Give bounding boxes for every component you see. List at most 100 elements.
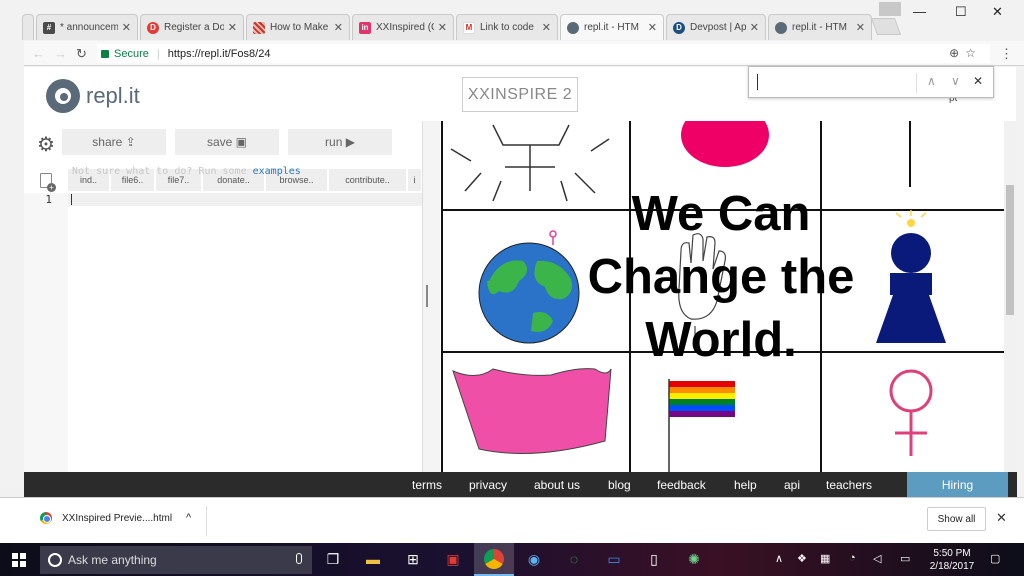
gift-app-icon[interactable]: ▣: [443, 549, 463, 569]
close-tab-icon[interactable]: ✕: [648, 21, 657, 34]
footer-link-privacy[interactable]: privacy: [469, 478, 507, 492]
share-button[interactable]: share ⇪: [62, 129, 166, 155]
dropbox-icon[interactable]: ❖: [797, 552, 807, 565]
footer-link-api[interactable]: api: [784, 478, 800, 492]
tab-7[interactable]: repl.it - HTM ✕: [768, 14, 872, 40]
footer-link-help[interactable]: help: [734, 478, 757, 492]
close-tab-icon[interactable]: ✕: [334, 21, 343, 34]
find-input-caret[interactable]: [757, 74, 758, 90]
tab-1[interactable]: D Register a Do ✕: [140, 14, 244, 40]
pane-resizer[interactable]: [422, 121, 440, 472]
keyboard-icon[interactable]: ▭: [900, 552, 910, 565]
tab-title: XXInspired (C: [376, 22, 434, 33]
output-scrollbar[interactable]: [1004, 121, 1016, 472]
zoom-icon[interactable]: ⊕: [949, 46, 965, 60]
text-cursor[interactable]: [71, 194, 72, 205]
gear-icon[interactable]: ⚙: [37, 135, 57, 155]
minimize-button[interactable]: —: [913, 4, 926, 19]
downloads-bar: XXInspired Previe....html ^ Show all ✕: [0, 497, 1024, 543]
find-bar: ∧ ∨ ✕: [748, 66, 994, 98]
footer-link-terms[interactable]: terms: [412, 478, 442, 492]
atom-app-icon[interactable]: ✺: [684, 549, 704, 569]
close-downloads-icon[interactable]: ✕: [996, 510, 1007, 526]
tab-5-active[interactable]: repl.it - HTM ✕: [560, 14, 664, 40]
maximize-button[interactable]: ☐: [955, 4, 967, 20]
close-tab-icon[interactable]: ✕: [228, 21, 237, 34]
tray-chevron-icon[interactable]: ∧: [775, 552, 783, 565]
sync-app-icon[interactable]: ◌: [564, 549, 584, 569]
replit-logo[interactable]: repl.it: [46, 79, 140, 113]
tab-title: Register a Do: [164, 22, 224, 33]
tab-2[interactable]: How to Make ✕: [246, 14, 350, 40]
active-line-highlight: [68, 193, 422, 206]
footer-link-feedback[interactable]: feedback: [657, 478, 706, 492]
paint-app-icon[interactable]: ◉: [524, 549, 544, 569]
close-tab-icon[interactable]: ✕: [438, 21, 447, 34]
run-label: run: [325, 135, 343, 149]
footer-link-about[interactable]: about us: [534, 478, 580, 492]
system-clock[interactable]: 5:50 PM 2/18/2017: [924, 547, 980, 573]
tab-6[interactable]: D Devpost | Ap ✕: [666, 14, 766, 40]
project-title[interactable]: XXINSPIRE 2: [462, 77, 578, 112]
user-profile-button[interactable]: [879, 2, 901, 16]
file-tab[interactable]: contribute..: [329, 169, 407, 191]
tab-4[interactable]: M Link to code ✕: [456, 14, 558, 40]
tab-3[interactable]: in XXInspired (C ✕: [352, 14, 454, 40]
hint-text: Not sure what to do? Run some: [72, 166, 253, 177]
run-button[interactable]: run ▶: [288, 129, 392, 155]
wifi-icon[interactable]: ◔: [849, 552, 856, 564]
tab-0[interactable]: # * announcem ✕: [36, 14, 138, 40]
back-button-icon[interactable]: ←: [32, 46, 45, 61]
file-tab[interactable]: i: [408, 169, 422, 191]
devpost-icon: D: [673, 21, 685, 34]
logo-text: repl.it: [86, 83, 140, 108]
footer-link-teachers[interactable]: teachers: [826, 478, 872, 492]
close-tab-icon[interactable]: ✕: [122, 21, 131, 34]
menu-icon[interactable]: ⋮: [1000, 46, 1013, 62]
resize-grip-icon[interactable]: [426, 285, 428, 307]
close-tab-icon[interactable]: ✕: [856, 21, 865, 34]
document-app-icon[interactable]: ▯: [644, 549, 664, 569]
address-bar[interactable]: Secure | https://repl.it/Fos8/24 ⊕☆: [97, 44, 990, 63]
notifications-icon[interactable]: ▢: [990, 552, 1000, 565]
download-filename: XXInspired Previe....html: [62, 512, 173, 524]
footer-link-blog[interactable]: blog: [608, 478, 631, 492]
clock-date: 2/18/2017: [929, 561, 975, 572]
search-placeholder: Ask me anything: [68, 553, 157, 567]
tray-app-icon[interactable]: ▦: [820, 552, 830, 565]
download-item[interactable]: XXInspired Previe....html ^: [40, 512, 191, 524]
microphone-icon[interactable]: [296, 553, 302, 564]
find-divider: [916, 73, 917, 93]
reload-icon[interactable]: ↻: [76, 46, 87, 62]
add-file-icon[interactable]: [40, 173, 56, 192]
show-all-button[interactable]: Show all: [927, 507, 986, 531]
find-previous-button[interactable]: ∧: [927, 74, 936, 88]
browser-window: # * announcem ✕ D Register a Do ✕ How to…: [0, 0, 1024, 543]
examples-hint: Not sure what to do? Run some examples: [72, 166, 301, 177]
chrome-icon[interactable]: [484, 549, 504, 569]
volume-icon[interactable]: ◁: [873, 552, 881, 565]
save-button[interactable]: save ▣: [175, 129, 279, 155]
forward-icon[interactable]: →: [54, 46, 67, 61]
clock-time: 5:50 PM: [933, 548, 971, 559]
scrollbar-thumb[interactable]: [1006, 185, 1014, 315]
file-explorer-icon[interactable]: ▬: [363, 549, 383, 569]
find-close-button[interactable]: ✕: [973, 74, 983, 88]
windows-start-icon[interactable]: [12, 553, 26, 567]
task-view-icon[interactable]: ❐: [323, 549, 343, 569]
bookmark-star-icon[interactable]: ☆: [965, 46, 982, 60]
find-next-button[interactable]: ∨: [951, 74, 960, 88]
new-tab-button[interactable]: [870, 18, 902, 35]
register-site-icon: D: [147, 21, 159, 34]
horizontal-scrollbar[interactable]: [0, 487, 24, 497]
close-tab-icon[interactable]: ✕: [542, 21, 551, 34]
tab-title: How to Make: [270, 22, 329, 33]
close-tab-icon[interactable]: ✕: [750, 21, 759, 34]
window-app-icon[interactable]: ▭: [604, 549, 624, 569]
close-window-button[interactable]: ✕: [992, 4, 1003, 20]
hiring-button[interactable]: Hiring: [907, 472, 1008, 497]
store-icon[interactable]: ⊞: [403, 549, 423, 569]
cortana-search-box[interactable]: Ask me anything: [40, 546, 312, 574]
chevron-up-icon[interactable]: ^: [186, 512, 191, 524]
examples-link[interactable]: examples: [253, 166, 301, 177]
